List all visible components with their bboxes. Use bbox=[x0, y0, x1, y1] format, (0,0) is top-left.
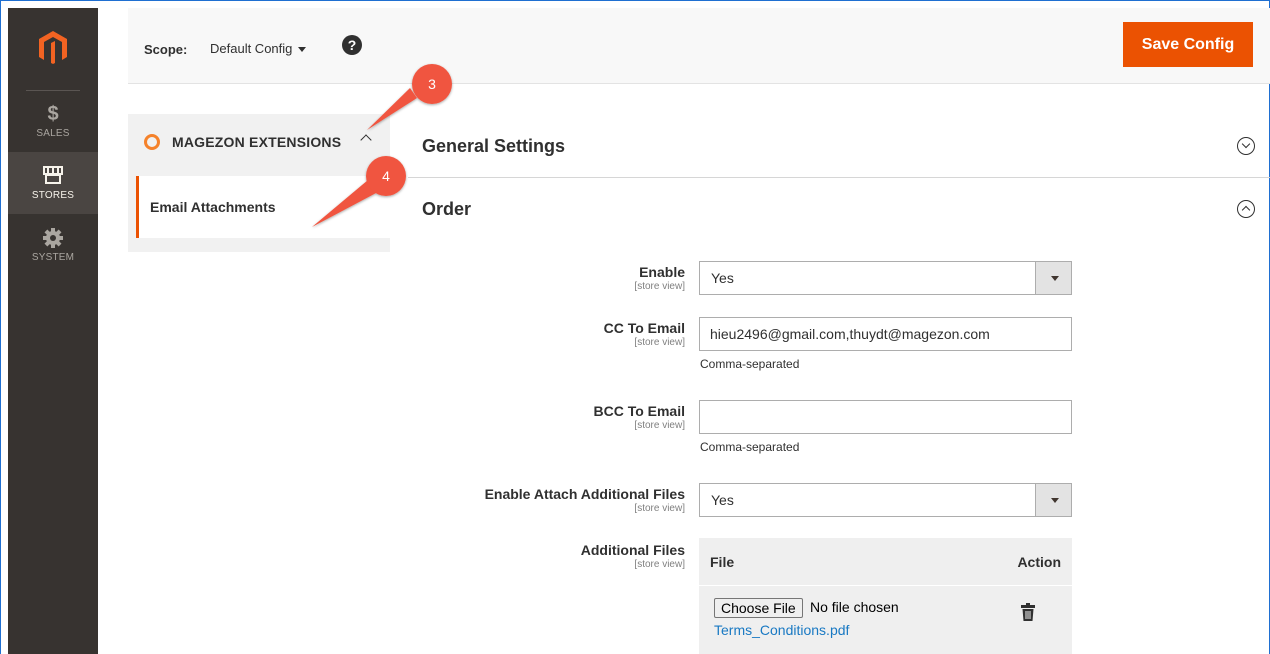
attach-files-select[interactable]: Yes bbox=[699, 483, 1072, 517]
magezon-ring-icon bbox=[144, 134, 160, 150]
save-config-button[interactable]: Save Config bbox=[1123, 22, 1253, 67]
enable-select[interactable]: Yes bbox=[699, 261, 1072, 295]
gear-icon bbox=[43, 227, 63, 250]
enable-label: Enable bbox=[639, 264, 685, 280]
nav-label-stores: STORES bbox=[31, 189, 75, 201]
cc-scope: [store view] bbox=[634, 337, 685, 348]
magento-logo[interactable] bbox=[8, 8, 98, 88]
section-title-general: General Settings bbox=[422, 135, 566, 156]
nav-item-system[interactable]: SYSTEM bbox=[8, 214, 98, 276]
table-row-divider bbox=[699, 585, 1072, 586]
callout-4-label: 4 bbox=[382, 168, 390, 184]
attach-label-group: Enable Attach Additional Files [store vi… bbox=[485, 486, 685, 514]
collapse-circle-icon bbox=[1237, 200, 1255, 218]
attach-label: Enable Attach Additional Files bbox=[484, 486, 685, 502]
attach-scope: [store view] bbox=[634, 503, 685, 514]
admin-sidebar: $ SALES STORES SYSTEM bbox=[8, 8, 98, 654]
nav-label-system: SYSTEM bbox=[31, 251, 75, 263]
trash-icon[interactable] bbox=[1021, 603, 1035, 621]
expand-circle-icon bbox=[1237, 137, 1255, 155]
choose-file-button[interactable]: Choose File bbox=[714, 598, 803, 618]
additional-files-table: File Action Choose File No file chosen T… bbox=[699, 538, 1072, 654]
tab-email-attachments-label: Email Attachments bbox=[150, 199, 276, 215]
bcc-label-group: BCC To Email [store view] bbox=[593, 403, 685, 431]
files-label-group: Additional Files [store view] bbox=[581, 542, 685, 570]
caret-down-icon bbox=[298, 47, 307, 53]
col-header-action: Action bbox=[1017, 554, 1061, 570]
enable-scope: [store view] bbox=[634, 281, 685, 292]
select-arrow-icon bbox=[1035, 262, 1071, 294]
bcc-note: Comma-separated bbox=[700, 440, 800, 454]
files-label: Additional Files bbox=[580, 542, 685, 558]
col-header-file: File bbox=[710, 554, 735, 570]
nav-item-sales[interactable]: $ SALES bbox=[8, 90, 98, 152]
cc-email-field[interactable] bbox=[699, 317, 1072, 351]
file-link[interactable]: Terms_Conditions.pdf bbox=[714, 622, 849, 638]
scope-value: Default Config bbox=[210, 41, 293, 56]
bcc-email-field[interactable] bbox=[699, 400, 1072, 434]
callout-3: 3 bbox=[367, 64, 452, 130]
tab-group-label: MAGEZON EXTENSIONS bbox=[172, 134, 342, 150]
bcc-label: BCC To Email bbox=[593, 403, 685, 419]
callout-4: 4 bbox=[312, 156, 406, 227]
section-order[interactable]: Order bbox=[422, 197, 1270, 221]
cc-label: CC To Email bbox=[603, 320, 685, 336]
select-arrow-icon bbox=[1035, 484, 1071, 516]
scope-switcher[interactable]: Default Config bbox=[210, 41, 307, 56]
enable-select-value: Yes bbox=[711, 270, 734, 286]
dollar-icon: $ bbox=[47, 102, 59, 125]
callout-3-label: 3 bbox=[428, 76, 436, 92]
no-file-text: No file chosen bbox=[810, 599, 899, 615]
cc-label-group: CC To Email [store view] bbox=[604, 320, 685, 348]
bcc-scope: [store view] bbox=[634, 420, 685, 431]
cc-note: Comma-separated bbox=[700, 357, 800, 371]
files-scope: [store view] bbox=[634, 559, 685, 570]
nav-item-stores[interactable]: STORES bbox=[8, 152, 98, 214]
section-divider bbox=[408, 177, 1270, 178]
scope-label: Scope: bbox=[144, 42, 188, 57]
help-icon[interactable]: ? bbox=[342, 35, 362, 55]
scope-bar: Scope: Default Config ? Save Config bbox=[128, 8, 1270, 84]
attach-select-value: Yes bbox=[711, 492, 734, 508]
section-general-settings[interactable]: General Settings bbox=[422, 134, 1270, 158]
store-icon bbox=[43, 165, 63, 188]
magento-logo-icon bbox=[39, 31, 67, 64]
nav-label-sales: SALES bbox=[36, 127, 70, 139]
enable-label-group: Enable [store view] bbox=[634, 264, 685, 292]
